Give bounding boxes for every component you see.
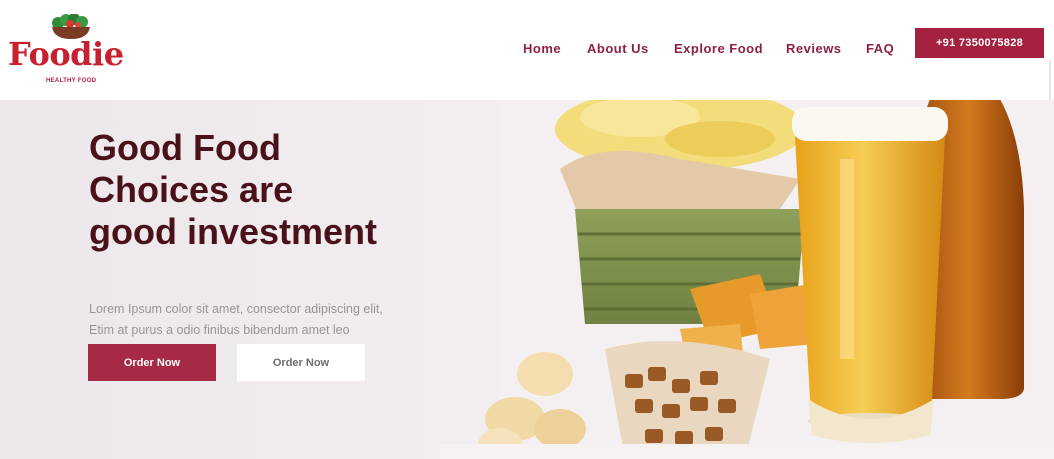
nav-explore-food[interactable]: Explore Food	[674, 41, 763, 56]
phone-button[interactable]: +91 7350075828	[915, 28, 1044, 58]
hero-description-line: Etim at purus a odio finibus bibendum am…	[89, 322, 350, 337]
site-header: Foodie HEALTHY FOOD Home About Us Explor…	[0, 0, 1054, 100]
nav-reviews[interactable]: Reviews	[786, 41, 842, 56]
hero-title: Good Food Choices are good investment	[89, 127, 469, 253]
order-now-button[interactable]: Order Now	[88, 344, 216, 381]
nav-about-us[interactable]: About Us	[587, 41, 649, 56]
hero-description-line: Lorem Ipsum color sit amet, consector ad…	[89, 301, 383, 316]
hero-title-line: Choices are	[89, 169, 294, 210]
hero-description: Lorem Ipsum color sit amet, consector ad…	[89, 299, 439, 341]
brand-tagline: HEALTHY FOOD	[46, 78, 97, 84]
divider	[1049, 60, 1051, 100]
nav-home[interactable]: Home	[523, 41, 561, 56]
order-now-secondary-button[interactable]: Order Now	[237, 344, 365, 381]
hero-title-line: good investment	[89, 211, 378, 252]
brand-name: Foodie	[8, 35, 124, 73]
hero-title-line: Good Food	[89, 127, 281, 168]
logo[interactable]: Foodie HEALTHY FOOD	[8, 14, 134, 90]
hero-section: Good Food Choices are good investment Lo…	[0, 99, 1054, 459]
nav-faq[interactable]: FAQ	[866, 41, 894, 56]
